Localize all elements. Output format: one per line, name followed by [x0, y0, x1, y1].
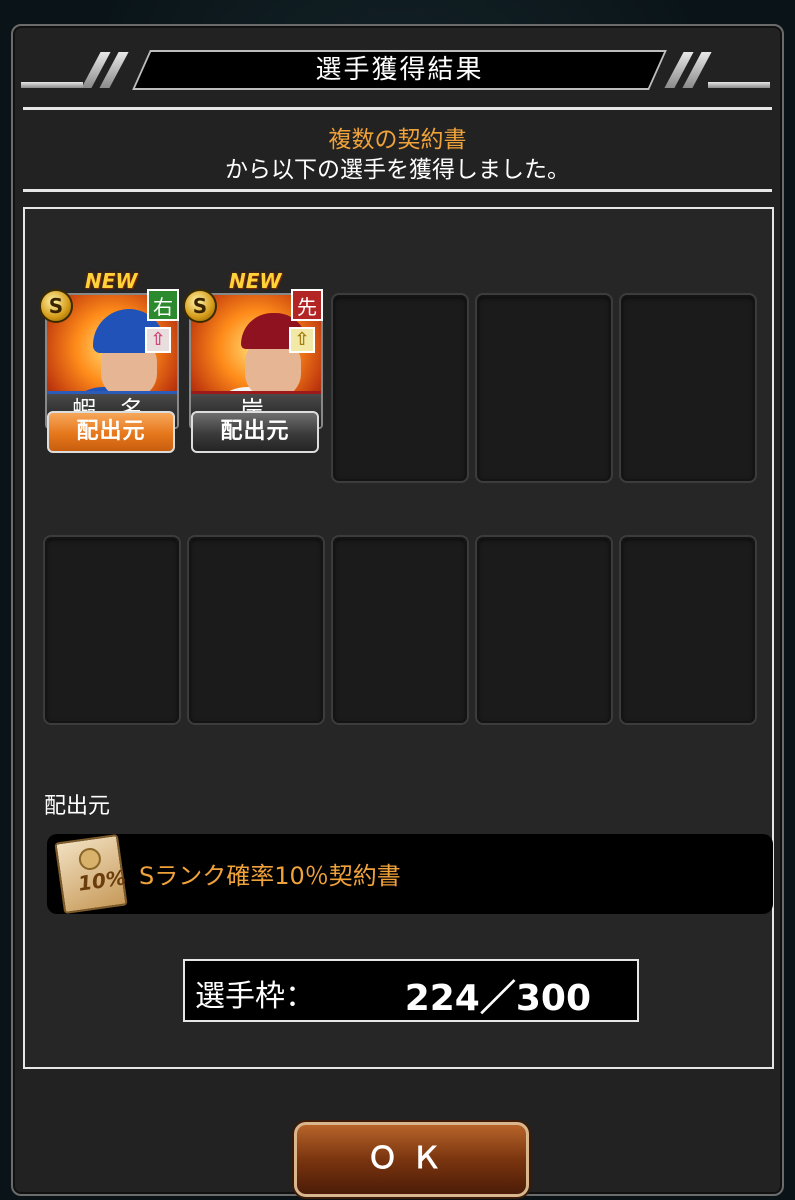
- results-panel: 蝦 名 NEW S 右 ⇧ 配出元 岸 NEW S 先 ⇧ 配出元: [23, 207, 774, 1069]
- subtitle-highlight: 複数の契約書: [328, 127, 467, 153]
- source-button[interactable]: 配出元: [191, 411, 319, 453]
- empty-slot: [331, 535, 469, 725]
- player-card[interactable]: 蝦 名 NEW S 右 ⇧ 配出元: [39, 269, 181, 459]
- condition-up-icon: ⇧: [145, 327, 171, 353]
- subtitle-divider: [23, 189, 772, 192]
- position-badge: 右: [147, 289, 179, 321]
- empty-slot: [187, 535, 325, 725]
- roster-label: 選手枠：: [195, 979, 315, 1014]
- player-card[interactable]: 岸 NEW S 先 ⇧ 配出元: [183, 269, 325, 459]
- header-divider: [23, 107, 772, 110]
- empty-slot: [475, 535, 613, 725]
- empty-slot: [475, 293, 613, 483]
- empty-slot: [619, 535, 757, 725]
- new-badge: NEW: [229, 269, 282, 293]
- roster-value: 224／300: [404, 978, 591, 1019]
- rank-s-icon: S: [183, 289, 217, 323]
- header-stripes-right: [664, 52, 774, 88]
- source-item-row: 10% Sランク確率10％契約書: [47, 833, 773, 915]
- source-item-name: Sランク確率10％契約書: [139, 862, 401, 890]
- ok-button[interactable]: ＯＫ: [294, 1122, 529, 1197]
- result-dialog: 選手獲得結果 複数の契約書 から以下の選手を獲得しました。 蝦 名 NEW S …: [11, 24, 784, 1197]
- source-section-label: 配出元: [44, 794, 111, 819]
- subtitle-text: から以下の選手を獲得しました。: [225, 157, 570, 183]
- rank-s-icon: S: [39, 289, 73, 323]
- roster-count-box: 選手枠： 224／300: [183, 959, 639, 1022]
- empty-slot: [43, 535, 181, 725]
- contract-ticket-icon: 10%: [54, 833, 128, 915]
- new-badge: NEW: [85, 269, 138, 293]
- header-stripes-left: [21, 52, 131, 88]
- condition-up-icon: ⇧: [289, 327, 315, 353]
- source-button[interactable]: 配出元: [47, 411, 175, 453]
- position-badge: 先: [291, 289, 323, 321]
- dialog-title: 選手獲得結果: [315, 55, 484, 85]
- empty-slot: [331, 293, 469, 483]
- empty-slot: [619, 293, 757, 483]
- dialog-header: 選手獲得結果: [13, 46, 782, 116]
